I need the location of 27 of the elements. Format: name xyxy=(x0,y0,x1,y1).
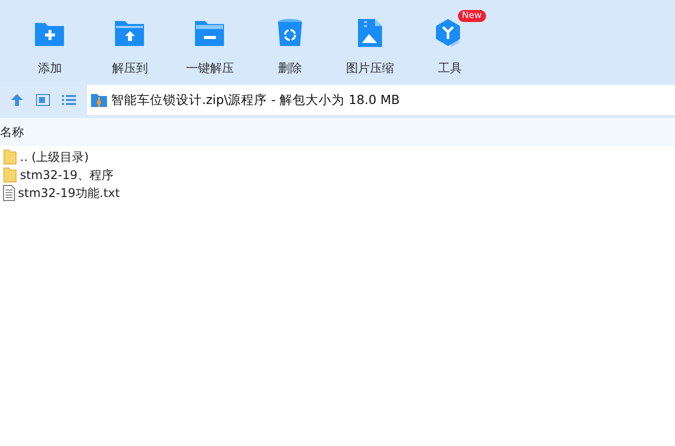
column-header[interactable]: 名称 xyxy=(0,123,24,141)
folder-upload-icon xyxy=(114,19,146,47)
toolbar-button[interactable]: 一键解压 xyxy=(170,8,250,76)
toolbar-button[interactable]: 删除 xyxy=(250,8,330,76)
file-row[interactable]: stm32-19功能.txt xyxy=(0,184,200,202)
text-file-icon xyxy=(3,185,15,201)
file-name: stm32-19功能.txt xyxy=(18,185,120,202)
toolbar-button[interactable]: 工具 New xyxy=(410,8,490,76)
file-row[interactable]: stm32-19、程序 xyxy=(0,166,200,184)
address-field[interactable]: 智能车位锁设计.zip\源程序 - 解包大小为 18.0 MB xyxy=(87,85,675,115)
recycle-bin-icon xyxy=(277,18,303,48)
toolbar-button[interactable]: 图片压缩 xyxy=(330,8,410,76)
address-path: 智能车位锁设计.zip\源程序 - 解包大小为 18.0 MB xyxy=(111,90,400,109)
file-name: .. (上级目录) xyxy=(20,149,89,166)
list-view-icon[interactable] xyxy=(62,94,76,106)
up-arrow-icon[interactable] xyxy=(10,93,24,107)
file-name: stm32-19、程序 xyxy=(20,167,114,184)
toolbar-button[interactable]: 解压到 xyxy=(90,8,170,76)
file-row[interactable]: .. (上级目录) xyxy=(0,148,200,166)
folder-minus-icon xyxy=(194,19,226,47)
image-file-icon xyxy=(357,18,383,48)
zip-archive-icon xyxy=(91,92,107,108)
folder-icon xyxy=(3,167,17,183)
toolbar-button[interactable]: 添加 xyxy=(10,8,90,76)
preview-pane-icon[interactable] xyxy=(36,94,50,106)
new-badge: New xyxy=(458,10,486,22)
folder-icon xyxy=(3,149,17,165)
